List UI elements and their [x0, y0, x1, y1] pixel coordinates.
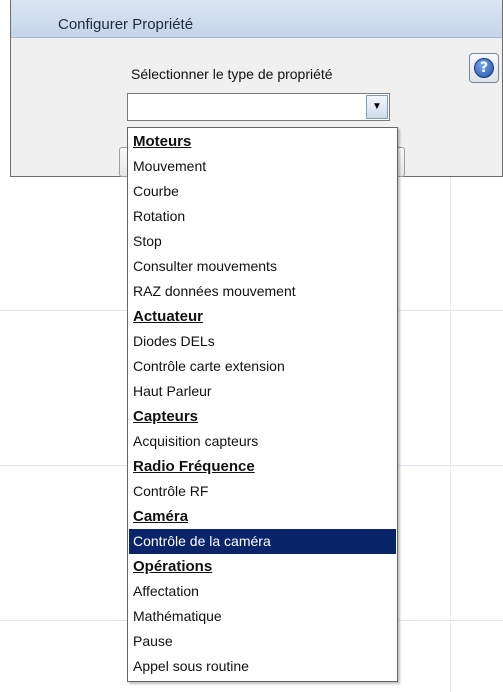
property-type-label: Sélectionner le type de propriété — [131, 66, 333, 82]
dropdown-group-header: Radio Fréquence — [133, 458, 255, 475]
dropdown-option[interactable]: RAZ données mouvement — [129, 279, 396, 304]
help-button[interactable]: ? — [469, 53, 499, 83]
dropdown-option[interactable]: Mouvement — [129, 154, 396, 179]
property-type-select[interactable]: ▼ — [127, 93, 390, 121]
dropdown-option[interactable]: Appel sous routine — [129, 654, 396, 679]
dialog-titlebar: Configurer Propriété — [11, 0, 502, 38]
dropdown-group-header: Moteurs — [133, 133, 192, 150]
dropdown-group-header: Actuateur — [133, 308, 204, 325]
help-icon: ? — [474, 58, 494, 78]
dropdown-option[interactable]: Consulter mouvements — [129, 254, 396, 279]
dropdown-option[interactable]: Diodes DELs — [129, 329, 396, 354]
dropdown-option[interactable]: Acquisition capteurs — [129, 429, 396, 454]
dropdown-option[interactable]: Mathématique — [129, 604, 396, 629]
dropdown-group-header: Caméra — [133, 508, 189, 525]
property-type-dropdown-list[interactable]: Moteurs Mouvement Courbe Rotation Stop Consul… — [127, 127, 398, 682]
dropdown-option[interactable]: Pause — [129, 629, 396, 654]
dropdown-option[interactable]: Rotation — [129, 204, 396, 229]
dropdown-option[interactable]: Stop — [129, 229, 396, 254]
dialog-title: Configurer Propriété — [58, 16, 194, 33]
dropdown-option[interactable]: Courbe — [129, 179, 396, 204]
dropdown-option[interactable]: Affectation — [129, 579, 396, 604]
dropdown-group-header: Capteurs — [133, 408, 199, 425]
dropdown-option[interactable]: Contrôle RF — [129, 479, 396, 504]
dropdown-option[interactable]: Contrôle de la caméra — [129, 529, 396, 554]
dropdown-option[interactable]: Contrôle carte extension — [129, 354, 396, 379]
dropdown-arrow-icon[interactable]: ▼ — [366, 95, 388, 119]
dropdown-group-header: Opérations — [133, 558, 213, 575]
dropdown-option[interactable]: Haut Parleur — [129, 379, 396, 404]
